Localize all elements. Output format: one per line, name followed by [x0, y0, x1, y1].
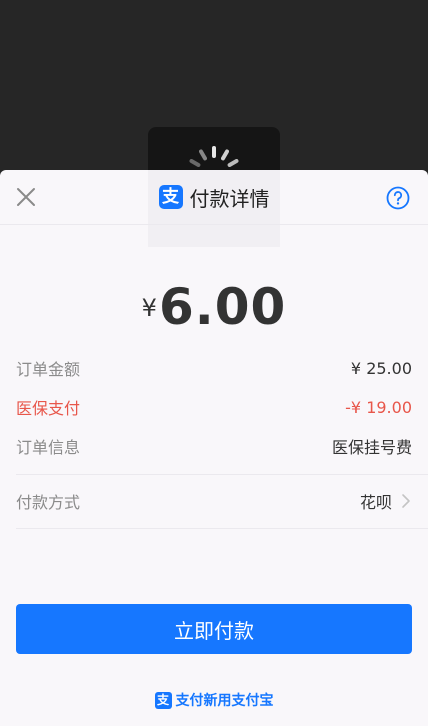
footer-slogan: 支付新用支付宝	[175, 693, 274, 709]
payment-method-selector[interactable]: 花呗	[360, 489, 412, 513]
order-info-row: 订单信息 医保挂号费	[16, 431, 412, 461]
alipay-footer: 支 支付新用支付宝	[0, 690, 428, 710]
insurance-payment-value: -¥ 19.00	[345, 397, 412, 417]
page-title: 付款详情	[189, 186, 270, 211]
amount-value: 6.00	[158, 278, 287, 336]
sheet-title-group: 支 付款详情	[0, 181, 428, 213]
question-circle-icon[interactable]	[386, 186, 410, 210]
payment-amount: ¥6.00	[0, 278, 428, 336]
divider	[16, 474, 428, 475]
order-amount-label: 订单金额	[16, 360, 81, 379]
order-amount-value: ¥ 25.00	[350, 358, 412, 378]
insurance-payment-label: 医保支付	[16, 399, 81, 418]
alipay-logo-icon: 支	[154, 691, 172, 709]
alipay-logo-icon: 支	[158, 185, 183, 209]
payment-method-value: 花呗	[359, 493, 392, 512]
order-info-label: 订单信息	[16, 438, 81, 457]
payment-method-label: 付款方式	[16, 493, 81, 512]
order-info-value: 医保挂号费	[331, 438, 412, 457]
payment-method-row[interactable]: 付款方式 花呗	[16, 486, 412, 516]
order-amount-row: 订单金额 ¥ 25.00	[16, 353, 412, 383]
currency-symbol: ¥	[141, 294, 157, 322]
chevron-right-icon	[402, 494, 410, 508]
insurance-payment-row: 医保支付 -¥ 19.00	[16, 392, 412, 422]
divider	[16, 528, 428, 529]
pay-now-button[interactable]: 立即付款	[16, 604, 412, 654]
